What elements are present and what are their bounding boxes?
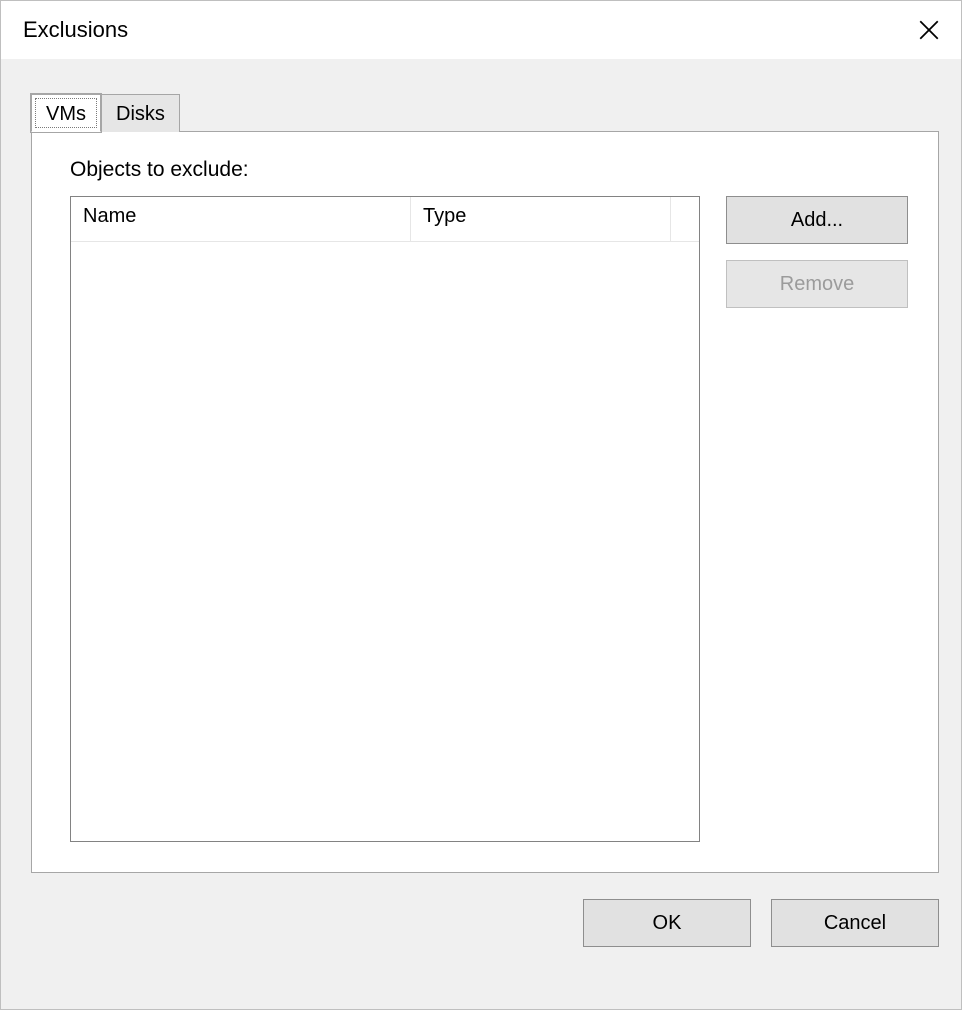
- add-button[interactable]: Add...: [726, 196, 908, 244]
- tab-vms-label: VMs: [46, 103, 86, 125]
- exclusions-dialog: Exclusions VMs Disks Objects to exclude:: [0, 0, 962, 1010]
- tab-page-vms: Objects to exclude: Name Type Add... Rem…: [31, 131, 939, 873]
- tab-strip: VMs Disks: [31, 93, 939, 131]
- column-header-tail: [670, 197, 699, 241]
- titlebar: Exclusions: [1, 1, 961, 59]
- dialog-title: Exclusions: [23, 17, 128, 43]
- exclusion-listview[interactable]: Name Type: [70, 196, 700, 842]
- dialog-footer: OK Cancel: [1, 873, 961, 973]
- close-icon: [919, 20, 939, 40]
- cancel-button[interactable]: Cancel: [771, 899, 939, 947]
- column-header-type[interactable]: Type: [411, 197, 670, 241]
- client-area: VMs Disks Objects to exclude: Name Type: [1, 59, 961, 1009]
- objects-to-exclude-label: Objects to exclude:: [70, 158, 908, 182]
- remove-button: Remove: [726, 260, 908, 308]
- tab-disks-label: Disks: [116, 103, 165, 125]
- listview-header: Name Type: [71, 197, 699, 242]
- listview-body[interactable]: [71, 242, 699, 841]
- ok-button[interactable]: OK: [583, 899, 751, 947]
- tab-vms[interactable]: VMs: [31, 94, 101, 132]
- side-button-panel: Add... Remove: [726, 196, 908, 842]
- close-button[interactable]: [897, 1, 961, 59]
- column-header-name[interactable]: Name: [71, 197, 411, 241]
- tab-disks[interactable]: Disks: [101, 94, 180, 132]
